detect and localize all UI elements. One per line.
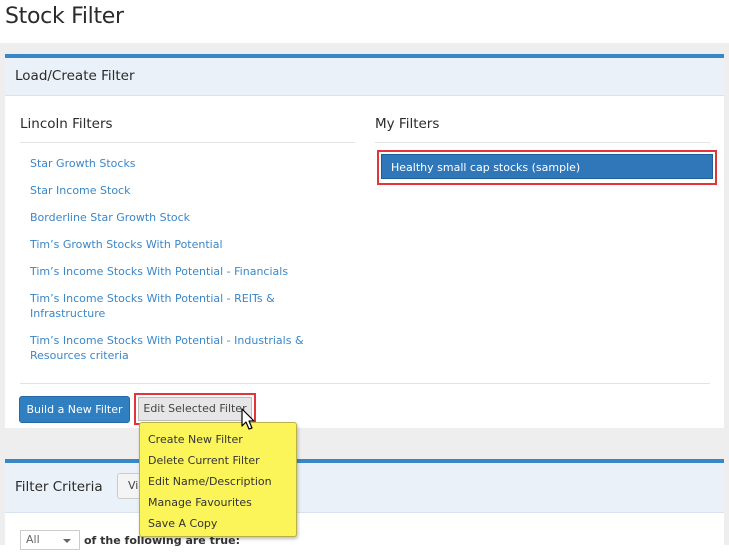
filter-criteria-panel: Filter Criteria Vi All of the following …	[5, 459, 724, 553]
my-filters-title: My Filters	[375, 116, 440, 132]
filter-criteria-title: Filter Criteria	[15, 479, 103, 495]
lincoln-filter-item[interactable]: Tim’s Income Stocks With Potential - REI…	[30, 291, 350, 321]
load-create-panel: Load/Create Filter Lincoln Filters My Fi…	[5, 54, 724, 428]
chevron-down-icon	[63, 539, 71, 543]
page-title: Stock Filter	[5, 4, 124, 29]
filter-criteria-header	[5, 463, 724, 513]
lincoln-filter-list: Star Growth Stocks Star Income Stock Bor…	[30, 156, 350, 375]
match-select[interactable]: All	[20, 530, 80, 550]
lincoln-filter-item[interactable]: Borderline Star Growth Stock	[30, 210, 350, 225]
menu-item-manage-favourites[interactable]: Manage Favourites	[140, 492, 296, 513]
load-create-header: Load/Create Filter	[5, 58, 724, 96]
menu-item-save-a-copy[interactable]: Save A Copy	[140, 513, 296, 534]
lincoln-filters-title: Lincoln Filters	[20, 116, 113, 132]
lincoln-filter-item[interactable]: Star Growth Stocks	[30, 156, 350, 171]
mouse-cursor-icon	[241, 408, 255, 430]
build-new-filter-button[interactable]: Build a New Filter	[19, 396, 130, 423]
edit-button-highlight: Edit Selected Filter	[134, 393, 256, 425]
lincoln-filter-item[interactable]: Tim’s Growth Stocks With Potential	[30, 237, 350, 252]
lincoln-filter-item[interactable]: Tim’s Income Stocks With Potential - Fin…	[30, 264, 350, 279]
my-filter-highlight: Healthy small cap stocks (sample)	[377, 150, 717, 185]
panel-bottom-divider	[20, 383, 710, 384]
lincoln-divider	[20, 142, 355, 143]
menu-item-delete-current-filter[interactable]: Delete Current Filter	[140, 450, 296, 471]
my-filters-divider	[375, 142, 710, 143]
my-filter-item-selected[interactable]: Healthy small cap stocks (sample)	[381, 154, 713, 179]
menu-item-edit-name-description[interactable]: Edit Name/Description	[140, 471, 296, 492]
edit-selected-filter-button[interactable]: Edit Selected Filter	[138, 397, 252, 421]
lincoln-filter-item[interactable]: Star Income Stock	[30, 183, 350, 198]
match-select-value: All	[26, 533, 40, 546]
menu-item-create-new-filter[interactable]: Create New Filter	[140, 429, 296, 450]
lincoln-filter-item[interactable]: Tim’s Income Stocks With Potential - Ind…	[30, 333, 350, 363]
edit-filter-dropdown-menu: Create New Filter Delete Current Filter …	[139, 422, 297, 537]
